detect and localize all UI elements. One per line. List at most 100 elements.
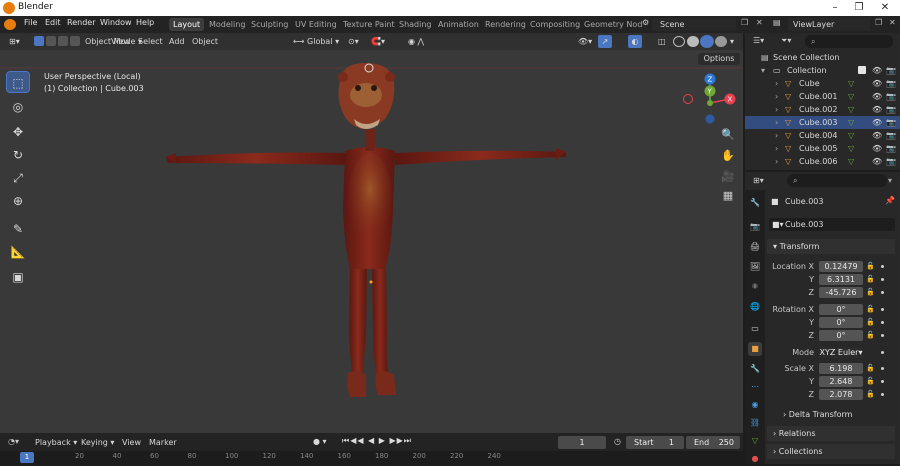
render-camera-icon[interactable]: 📷: [886, 77, 896, 90]
outliner-item-row[interactable]: › ▽ Cube.002 ▽ 👁 📷: [745, 103, 900, 116]
snap-icon[interactable]: 🧲▾: [368, 35, 388, 48]
keyframe-dot[interactable]: [881, 321, 884, 324]
visibility-eye-icon[interactable]: 👁: [872, 90, 882, 103]
timeline-editor-icon[interactable]: ◔▾: [8, 437, 19, 446]
location-y-field[interactable]: 6.3131: [819, 274, 863, 285]
pin-icon[interactable]: 📌: [885, 196, 895, 205]
material-shading-icon[interactable]: [700, 35, 714, 48]
menu-add[interactable]: Add: [166, 35, 188, 48]
scale-z-field[interactable]: 2.078: [819, 389, 863, 400]
scale-tool-icon[interactable]: ⤢: [6, 167, 30, 189]
collections-panel-header[interactable]: › Collections: [767, 444, 895, 459]
ortho-grid-icon[interactable]: ▦: [718, 186, 738, 206]
proportional-edit-icon[interactable]: ◉ ⋀: [405, 35, 427, 48]
close-window-button[interactable]: ✕: [872, 0, 898, 16]
menu-keying[interactable]: Keying ▾: [81, 438, 114, 447]
cursor-tool-icon[interactable]: ◎: [6, 96, 30, 118]
keyframe-dot[interactable]: [881, 278, 884, 281]
add-cube-tool-icon[interactable]: ▣: [6, 266, 30, 288]
measure-tool-icon[interactable]: 📐: [6, 241, 30, 263]
keyframe-dot[interactable]: [881, 291, 884, 294]
outliner-search-input[interactable]: ⌕: [805, 35, 893, 48]
lock-icon[interactable]: 🔓: [866, 331, 875, 340]
keyframe-dot[interactable]: [881, 351, 884, 354]
tab-layout[interactable]: Layout: [169, 18, 205, 31]
expand-arrow-icon[interactable]: ›: [775, 142, 778, 155]
rotation-y-field[interactable]: 0°: [819, 317, 863, 328]
data-tab-icon[interactable]: ▽: [748, 434, 762, 448]
frame-ruler[interactable]: 1 20 40 60 80 100 120 140 160 180 200 220 240: [0, 451, 743, 464]
collection-visibility-icon[interactable]: 👁: [872, 64, 882, 77]
tab-animation[interactable]: Animation: [434, 18, 483, 31]
visibility-eye-icon[interactable]: 👁: [872, 129, 882, 142]
3d-viewport[interactable]: ⬚ ◎ ✥ ↻ ⤢ ⊕ ✎ 📐 ▣ User Perspective (Loca…: [0, 33, 743, 433]
render-camera-icon[interactable]: 📷: [886, 103, 896, 116]
camera-view-icon[interactable]: 🎥: [718, 167, 738, 187]
menu-marker[interactable]: Marker: [149, 438, 177, 447]
overlay-toggle-icon[interactable]: ◐: [628, 35, 642, 48]
tab-compositing[interactable]: Compositing: [526, 18, 584, 31]
viewlayer-copy-icon[interactable]: ❐: [875, 18, 882, 27]
outliner-item-row[interactable]: › ▽ Cube.003 ▽ 👁 📷: [745, 116, 900, 129]
delta-transform-subpanel[interactable]: › Delta Transform: [783, 410, 852, 419]
render-camera-icon[interactable]: 📷: [886, 142, 896, 155]
visibility-eye-icon[interactable]: 👁: [872, 155, 882, 168]
playback-controls[interactable]: ⏮◀◀ ◀ ▶ ▶▶⏭: [342, 436, 412, 446]
lock-icon[interactable]: 🔓: [866, 318, 875, 327]
menu-playback[interactable]: Playback ▾: [35, 438, 77, 447]
keyframe-dot[interactable]: [881, 393, 884, 396]
scale-y-field[interactable]: 2.648: [819, 376, 863, 387]
scene-copy-icon[interactable]: ❐: [741, 18, 748, 27]
visibility-eye-icon[interactable]: 👁: [872, 116, 882, 129]
object-tab-icon[interactable]: ■: [748, 342, 762, 356]
viewlayer-selector[interactable]: ViewLayer: [788, 18, 870, 31]
pan-hand-icon[interactable]: ✋: [718, 146, 738, 166]
tool-tab-icon[interactable]: 🔧: [748, 196, 762, 210]
transform-panel-header[interactable]: ▾ Transform: [767, 239, 895, 254]
transform-tool-icon[interactable]: ⊕: [6, 190, 30, 212]
expand-arrow-icon[interactable]: ›: [775, 103, 778, 116]
location-x-field[interactable]: 0.12479: [819, 261, 863, 272]
viewport-canvas[interactable]: [0, 33, 743, 433]
rotation-z-field[interactable]: 0°: [819, 330, 863, 341]
properties-search-input[interactable]: ⌕: [787, 174, 887, 187]
render-camera-icon[interactable]: 📷: [886, 116, 896, 129]
expand-arrow-icon[interactable]: ›: [775, 90, 778, 103]
keyframe-dot[interactable]: [881, 334, 884, 337]
modifier-tab-icon[interactable]: 🔧: [748, 362, 762, 376]
menu-file[interactable]: File: [24, 18, 37, 27]
expand-arrow-icon[interactable]: ›: [775, 155, 778, 168]
filter-icon[interactable]: ⏷▾: [781, 36, 791, 46]
render-tab-icon[interactable]: 📷: [748, 220, 762, 234]
zoom-icon[interactable]: 🔍: [718, 125, 738, 145]
expand-arrow-icon[interactable]: ›: [775, 116, 778, 129]
tab-shading[interactable]: Shading: [395, 18, 436, 31]
keyframe-dot[interactable]: [881, 380, 884, 383]
tab-uv-editing[interactable]: UV Editing: [291, 18, 341, 31]
output-tab-icon[interactable]: 🖨: [748, 240, 762, 254]
tab-geometry-nodes[interactable]: Geometry Nod: [580, 18, 646, 31]
lock-icon[interactable]: 🔓: [866, 262, 875, 271]
character-model[interactable]: [166, 63, 566, 397]
outliner-item-row[interactable]: › ▽ Cube ▽ 👁 📷: [745, 77, 900, 90]
rotation-mode-dropdown[interactable]: XYZ Euler▾: [819, 347, 863, 358]
minimize-button[interactable]: –: [822, 0, 848, 16]
keyframe-dot[interactable]: [881, 308, 884, 311]
collection-expand-icon[interactable]: ▾: [761, 64, 765, 77]
start-frame-field[interactable]: Start 1: [626, 436, 684, 449]
physics-tab-icon[interactable]: ◉: [748, 398, 762, 412]
object-name-field[interactable]: ■▾ Cube.003: [769, 218, 895, 231]
menu-object[interactable]: Object: [189, 35, 221, 48]
visibility-icon[interactable]: 👁▾: [575, 35, 595, 48]
end-frame-field[interactable]: End 250: [686, 436, 740, 449]
expand-arrow-icon[interactable]: ›: [775, 129, 778, 142]
annotate-tool-icon[interactable]: ✎: [6, 218, 30, 240]
scene-remove-icon[interactable]: ✕: [756, 18, 763, 27]
outliner-editor-icon[interactable]: ☰▾: [753, 36, 764, 45]
collection-row[interactable]: ▾ ▭ Collection 👁 📷: [745, 64, 900, 77]
collection-tab-icon[interactable]: ▭: [748, 322, 762, 336]
lock-icon[interactable]: 🔓: [866, 275, 875, 284]
view-layer-tab-icon[interactable]: 🖼: [748, 260, 762, 274]
keyframe-dot[interactable]: [881, 265, 884, 268]
render-camera-icon[interactable]: 📷: [886, 155, 896, 168]
